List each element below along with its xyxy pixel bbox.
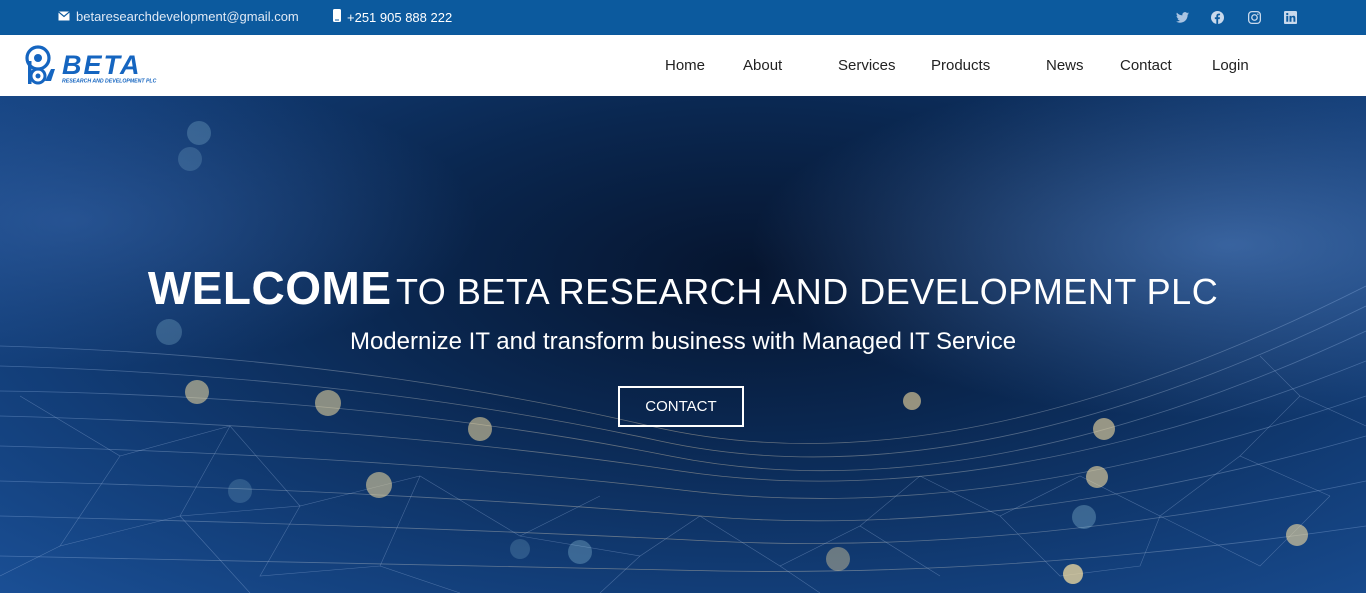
hero-title-rest: TO BETA RESEARCH AND DEVELOPMENT PLC [395,271,1219,312]
contact-button[interactable]: CONTACT [618,386,744,427]
hero-banner: WELCOME TO BETA RESEARCH AND DEVELOPMENT… [0,96,1366,593]
nav-home[interactable]: Home [665,57,705,75]
email-contact[interactable]: betaresearchdevelopment@gmail.com [58,9,299,25]
logo-brand-text: BETA [62,50,142,80]
phone-contact[interactable]: +251 905 888 222 [333,9,452,26]
nav-services[interactable]: Services [838,57,896,75]
nav-login[interactable]: Login [1212,57,1249,75]
envelope-icon [58,9,70,25]
hero-heading: WELCOME TO BETA RESEARCH AND DEVELOPMENT… [0,261,1366,315]
nav-about[interactable]: About [743,57,782,75]
facebook-icon[interactable] [1209,9,1225,25]
nav-news[interactable]: News [1046,57,1084,75]
instagram-icon[interactable] [1246,9,1262,25]
twitter-icon[interactable] [1174,9,1190,25]
logo-tagline-text: RESEARCH AND DEVELOPMENT PLC [62,79,157,85]
brand-logo[interactable]: BETA RESEARCH AND DEVELOPMENT PLC [25,43,175,88]
mobile-phone-icon [333,9,341,26]
hero-subtitle: Modernize IT and transform business with… [349,328,1017,355]
linkedin-icon[interactable] [1282,9,1298,25]
phone-text: +251 905 888 222 [347,9,453,25]
top-contact-bar: betaresearchdevelopment@gmail.com +251 9… [0,0,1366,35]
hero-title-welcome: WELCOME [147,262,392,314]
email-text: betaresearchdevelopment@gmail.com [76,9,299,24]
main-navbar: BETA RESEARCH AND DEVELOPMENT PLC Home A… [0,35,1366,96]
nav-products[interactable]: Products [931,57,990,75]
nav-contact[interactable]: Contact [1120,57,1172,75]
